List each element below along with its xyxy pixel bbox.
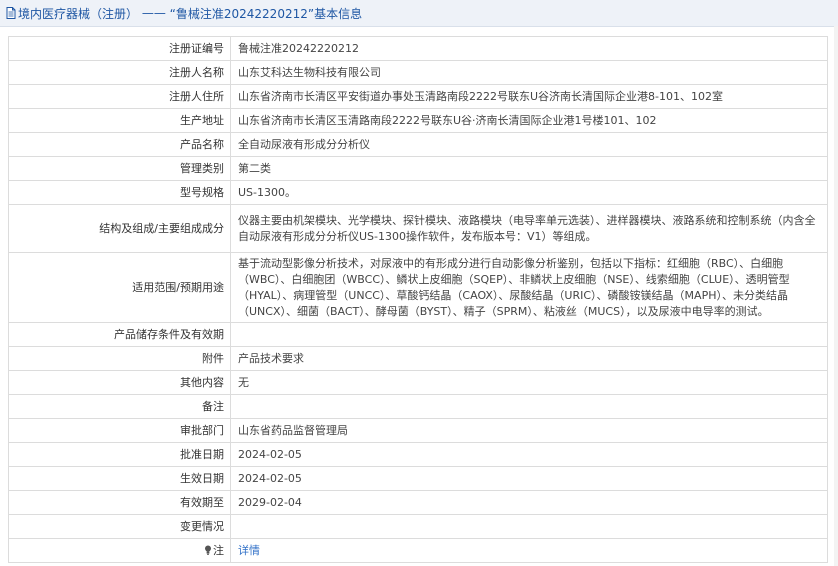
page-header: 境内医疗器械（注册） —— “鲁械注准20242220212”基本信息 (0, 0, 838, 27)
row-label: 注册证编号 (8, 36, 231, 61)
table-row: 其他内容 无 (8, 370, 828, 395)
row-label: 管理类别 (8, 156, 231, 181)
row-label: 生产地址 (8, 108, 231, 133)
table-row: 变更情况 (8, 514, 828, 539)
row-label: 附件 (8, 346, 231, 371)
row-value: 2029-02-04 (230, 490, 828, 515)
lamp-icon (204, 544, 212, 555)
header-title-prefix: 境内医疗器械（注册） (18, 6, 139, 21)
row-value (230, 322, 828, 347)
row-value: 全自动尿液有形成分分析仪 (230, 132, 828, 157)
row-value: 产品技术要求 (230, 346, 828, 371)
table-row: 审批部门 山东省药品监督管理局 (8, 418, 828, 443)
row-label: 其他内容 (8, 370, 231, 395)
table-row: 注册证编号 鲁械注准20242220212 (8, 36, 828, 61)
row-value: 第二类 (230, 156, 828, 181)
table-row: 批准日期 2024-02-05 (8, 442, 828, 467)
row-value: 山东省济南市长清区平安街道办事处玉清路南段2222号联东U谷济南长清国际企业港8… (230, 84, 828, 109)
row-label: 生效日期 (8, 466, 231, 491)
row-value: 仪器主要由机架模块、光学模块、探针模块、液路模块（电导率单元选装）、进样器模块、… (230, 204, 828, 253)
info-table-wrapper: 注册证编号 鲁械注准20242220212 注册人名称 山东艾科达生物科技有限公… (8, 36, 828, 563)
row-label: 产品储存条件及有效期 (8, 322, 231, 347)
row-label: 产品名称 (8, 132, 231, 157)
info-table: 注册证编号 鲁械注准20242220212 注册人名称 山东艾科达生物科技有限公… (8, 36, 828, 563)
table-row: 附件 产品技术要求 (8, 346, 828, 371)
row-value: 无 (230, 370, 828, 395)
row-label: 变更情况 (8, 514, 231, 539)
table-row: 结构及组成/主要组成成分 仪器主要由机架模块、光学模块、探针模块、液路模块（电导… (8, 204, 828, 253)
row-value: 山东省药品监督管理局 (230, 418, 828, 443)
table-row: 注册人名称 山东艾科达生物科技有限公司 (8, 60, 828, 85)
row-label: 批准日期 (8, 442, 231, 467)
row-value (230, 394, 828, 419)
row-label: 审批部门 (8, 418, 231, 443)
table-row: 型号规格 US-1300。 (8, 180, 828, 205)
table-row: 适用范围/预期用途 基于流动型影像分析技术，对尿液中的有形成分进行自动影像分析鉴… (8, 252, 828, 323)
row-value (230, 514, 828, 539)
row-value: 2024-02-05 (230, 442, 828, 467)
row-value: 山东艾科达生物科技有限公司 (230, 60, 828, 85)
row-label: 注册人名称 (8, 60, 231, 85)
row-value: 2024-02-05 (230, 466, 828, 491)
header-title-main: “鲁械注准20242220212”基本信息 (169, 6, 363, 21)
note-label-cell: 注 (8, 538, 231, 563)
details-link[interactable]: 详情 (238, 544, 260, 557)
note-row: 注 详情 (8, 538, 828, 563)
row-label: 适用范围/预期用途 (8, 252, 231, 323)
row-value: US-1300。 (230, 180, 828, 205)
row-value: 鲁械注准20242220212 (230, 36, 828, 61)
note-value-cell: 详情 (230, 538, 828, 563)
table-row: 生产地址 山东省济南市长清区玉清路南段2222号联东U谷·济南长清国际企业港1号… (8, 108, 828, 133)
row-value: 山东省济南市长清区玉清路南段2222号联东U谷·济南长清国际企业港1号楼101、… (230, 108, 828, 133)
table-row: 产品名称 全自动尿液有形成分分析仪 (8, 132, 828, 157)
table-row: 有效期至 2029-02-04 (8, 490, 828, 515)
row-label: 有效期至 (8, 490, 231, 515)
header-separator: —— (138, 6, 170, 20)
document-icon (6, 6, 16, 20)
row-value: 基于流动型影像分析技术，对尿液中的有形成分进行自动影像分析鉴别，包括以下指标：红… (230, 252, 828, 323)
row-label: 备注 (8, 394, 231, 419)
table-row: 产品储存条件及有效期 (8, 322, 828, 347)
scrollbar-track[interactable] (834, 26, 838, 566)
table-row: 生效日期 2024-02-05 (8, 466, 828, 491)
table-row: 管理类别 第二类 (8, 156, 828, 181)
row-label: 注册人住所 (8, 84, 231, 109)
note-label: 注 (213, 543, 224, 557)
row-label: 结构及组成/主要组成成分 (8, 204, 231, 253)
table-row: 备注 (8, 394, 828, 419)
table-row: 注册人住所 山东省济南市长清区平安街道办事处玉清路南段2222号联东U谷济南长清… (8, 84, 828, 109)
row-label: 型号规格 (8, 180, 231, 205)
